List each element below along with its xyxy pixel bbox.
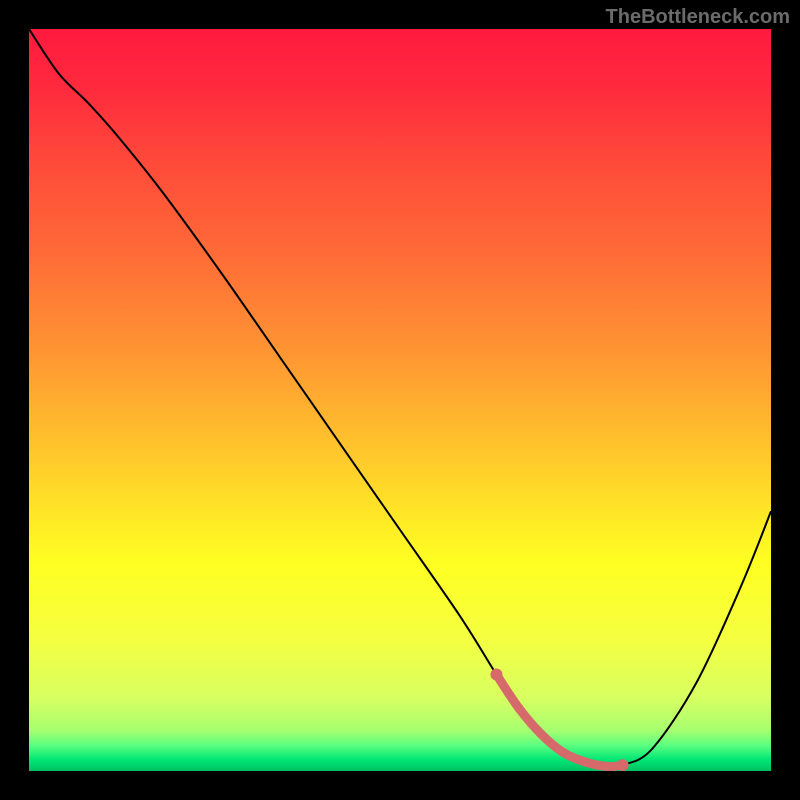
optimal-range-dot [617,759,629,771]
bottleneck-chart [29,29,771,771]
optimal-range-dot [490,669,502,681]
plot-area [29,29,771,771]
optimal-range-dot [581,758,590,767]
optimal-range-dot [559,748,568,757]
gradient-background [29,29,771,771]
optimal-range-dot [603,762,612,771]
optimal-range-dot [536,729,545,738]
optimal-range-dot [514,703,523,712]
watermark-text: TheBottleneck.com [606,6,790,29]
